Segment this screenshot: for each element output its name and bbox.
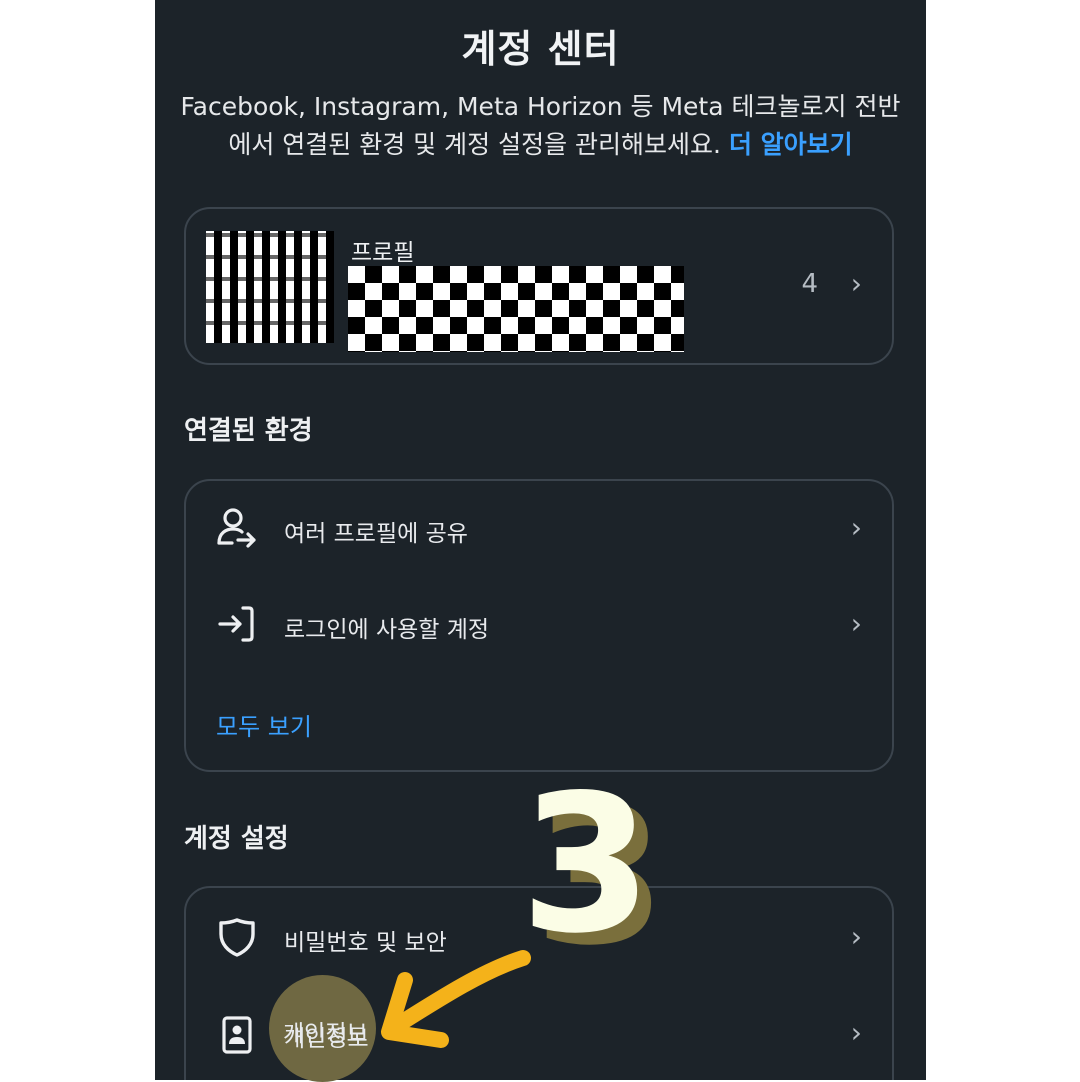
learn-more-link[interactable]: 더 알아보기 — [729, 130, 853, 159]
see-all-link[interactable]: 모두 보기 — [216, 707, 312, 742]
settings-section-title: 계정 설정 — [184, 824, 289, 854]
chevron-right-icon: › — [850, 920, 862, 953]
connected-card: 여러 프로필에 공유 › 로그인에 사용할 계정 › 모두 보기 — [184, 479, 894, 772]
person-share-icon — [217, 508, 256, 548]
connected-item-login-label: 로그인에 사용할 계정 — [284, 617, 490, 643]
id-card-icon — [222, 1016, 252, 1054]
connected-item-share-label: 여러 프로필에 공유 — [284, 521, 468, 547]
login-arrow-icon — [218, 606, 254, 642]
profile-avatar — [206, 231, 334, 343]
connected-item-share[interactable]: 여러 프로필에 공유 › — [186, 481, 892, 577]
profile-count: 4 — [801, 269, 818, 299]
connected-item-login[interactable]: 로그인에 사용할 계정 › — [186, 577, 892, 673]
profile-label: 프로필 — [351, 240, 415, 266]
connected-section-title: 연결된 환경 — [184, 416, 313, 446]
chevron-right-icon: › — [850, 1016, 862, 1049]
shield-icon — [219, 918, 255, 957]
highlighted-personal-info-label: 개인정보 — [283, 1021, 368, 1047]
pointer-arrow-icon — [381, 950, 531, 1048]
profile-card[interactable]: 프로필 4 › — [184, 207, 894, 365]
page-description: Facebook, Instagram, Meta Horizon 등 Meta… — [175, 88, 906, 164]
chevron-right-icon: › — [850, 511, 862, 544]
chevron-right-icon: › — [850, 607, 862, 640]
page-title: 계정 센터 — [461, 27, 620, 71]
step-number: 3 — [520, 754, 653, 975]
profile-name-redacted — [348, 266, 684, 352]
chevron-right-icon: › — [850, 267, 862, 300]
